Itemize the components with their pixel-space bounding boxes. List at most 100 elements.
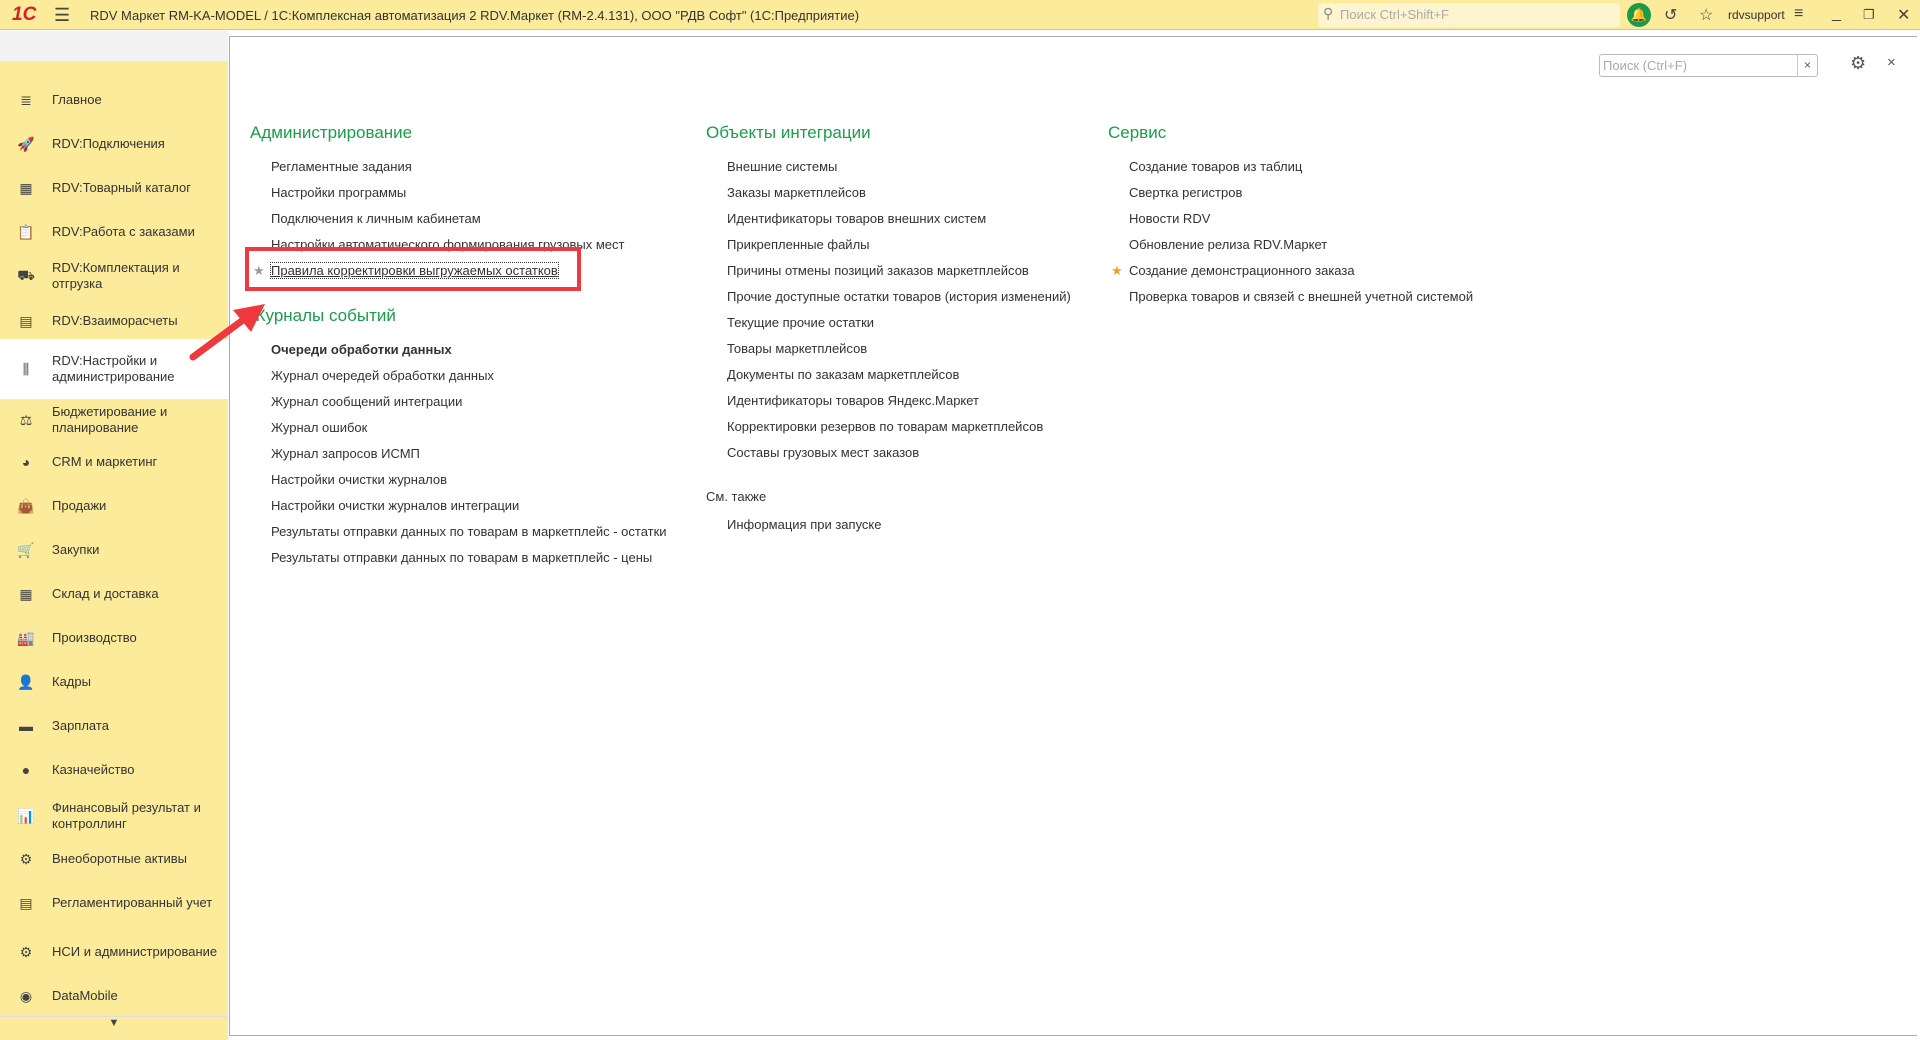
gear-icon[interactable]: ⚙ (1850, 53, 1866, 74)
link-text: Создание демонстрационного заказа (1129, 263, 1355, 278)
panel-link[interactable]: Подключения к личным кабинетам (250, 206, 667, 232)
panel-link[interactable]: Прочие доступные остатки товаров (истори… (706, 284, 1071, 310)
close-window-icon[interactable]: ✕ (1897, 5, 1910, 25)
see-also-label: См. также (706, 489, 767, 504)
sidebar-item[interactable]: 🛒 Закупки (0, 532, 228, 568)
scroll-down-arrow-icon[interactable]: ▼ (0, 1016, 228, 1040)
panel-link[interactable]: Настройки очистки журналов (250, 467, 667, 493)
notifications-bell-icon[interactable]: 🔔 (1627, 3, 1651, 27)
section-icon: ▦ (19, 179, 33, 196)
panel-link[interactable]: Корректировки резервов по товарам маркет… (706, 414, 1071, 440)
sidebar-item[interactable]: 👜 Продажи (0, 488, 228, 524)
user-name[interactable]: rdvsupport (1728, 8, 1785, 22)
favorite-star-icon[interactable]: ★ (1111, 258, 1123, 284)
sidebar-item[interactable]: ◉ DataMobile (0, 978, 228, 1014)
section-icon: ⚙ (19, 850, 33, 867)
hamburger-menu-icon[interactable]: ☰ (54, 5, 70, 26)
sidebar-item[interactable]: ▤ Регламентированный учет (0, 885, 228, 921)
section-icon: ▤ (19, 894, 33, 911)
panel-link[interactable]: Журнал ошибок (250, 415, 667, 441)
panel-link[interactable]: Идентификаторы товаров внешних систем (706, 206, 1071, 232)
sidebar-item[interactable]: ⛟ RDV:Комплектация и отгрузка (0, 252, 228, 300)
panel-link[interactable]: Документы по заказам маркетплейсов (706, 362, 1071, 388)
panel-link[interactable]: Настройки очистки журналов интеграции (250, 493, 667, 519)
panel-link[interactable]: Текущие прочие остатки (706, 310, 1071, 336)
section-heading: Администрирование (250, 123, 413, 142)
column-integration-objects: Объекты интеграции Внешние системы Заказы … (706, 123, 1071, 538)
sidebar-item[interactable]: 🏭 Производство (0, 620, 228, 656)
sidebar-item-label: Финансовый результат и контроллинг (52, 800, 201, 831)
sidebar-item[interactable]: ▦ RDV:Товарный каталог (0, 170, 228, 206)
sidebar-item-label: Закупки (52, 542, 100, 557)
panel-link[interactable]: Причины отмены позиций заказов маркетпле… (706, 258, 1071, 284)
sidebar-item[interactable]: 📋 RDV:Работа с заказами (0, 214, 228, 250)
global-search-input[interactable]: ⚲ Поиск Ctrl+Shift+F (1318, 3, 1620, 27)
section-icon: ≣ (20, 91, 32, 108)
link-text: Информация при запуске (727, 517, 882, 532)
sidebar-item-label: DataMobile (52, 988, 118, 1003)
panel-link[interactable]: Товары маркетплейсов (706, 336, 1071, 362)
sidebar-item[interactable]: ● Казначейство (0, 752, 228, 788)
minimize-icon[interactable]: _ (1832, 5, 1841, 23)
sidebar-item[interactable]: ⚖ Бюджетирование и планирование (0, 396, 228, 444)
section-heading: Сервис (1108, 123, 1167, 142)
link-text: Новости RDV (1129, 211, 1211, 226)
sidebar-item[interactable]: 👤 Кадры (0, 664, 228, 700)
sidebar-item[interactable]: ≣ Главное (0, 82, 228, 118)
sidebar-item-label: Продажи (52, 498, 107, 513)
function-panel: Поиск (Ctrl+F) × ⚙ × Администрирование Рег… (229, 36, 1917, 1036)
link-text: Свертка регистров (1129, 185, 1243, 200)
sidebar-item[interactable]: 📊 Финансовый результат и контроллинг (0, 792, 228, 840)
panel-link[interactable]: Информация при запуске (706, 512, 1071, 538)
section-icon: ◕ (21, 454, 31, 470)
panel-link[interactable]: Обновление релиза RDV.Маркет (1108, 232, 1473, 258)
link-text: Журнал очередей обработки данных (271, 368, 494, 383)
section-icon: 📋 (17, 223, 35, 240)
panel-link[interactable]: Регламентные задания (250, 154, 667, 180)
panel-link[interactable]: Свертка регистров (1108, 180, 1473, 206)
sidebar-item[interactable]: ▦ Склад и доставка (0, 576, 228, 612)
sidebar-item-label: RDV:Работа с заказами (52, 224, 195, 239)
panel-link[interactable]: Результаты отправки данных по товарам в … (250, 519, 667, 545)
panel-link[interactable]: Очереди обработки данных (250, 337, 667, 363)
panel-link[interactable]: Журнал очередей обработки данных (250, 363, 667, 389)
column-service: Сервис Создание товаров из таблиц Свертка … (1108, 123, 1473, 310)
panel-search-input[interactable]: Поиск (Ctrl+F) × (1599, 54, 1818, 77)
link-text: Очереди обработки данных (271, 342, 452, 357)
sidebar-item[interactable]: ◕ CRM и маркетинг (0, 444, 228, 480)
panel-link[interactable]: Прикрепленные файлы (706, 232, 1071, 258)
link-text: Результаты отправки данных по товарам в … (271, 524, 667, 539)
panel-link[interactable]: Составы грузовых мест заказов (706, 440, 1071, 466)
restore-icon[interactable]: ❐ (1863, 7, 1875, 23)
panel-link[interactable]: Журнал запросов ИСМП (250, 441, 667, 467)
sidebar-item[interactable]: ⚙ НСИ и администрирование (0, 928, 228, 976)
panel-link[interactable]: Идентификаторы товаров Яндекс.Маркет (706, 388, 1071, 414)
panel-link[interactable]: Настройки программы (250, 180, 667, 206)
favorites-star-icon[interactable]: ☆ (1699, 5, 1713, 25)
panel-link[interactable]: Проверка товаров и связей с внешней учет… (1108, 284, 1473, 310)
section-icon: 🏭 (17, 629, 35, 646)
link-text: Результаты отправки данных по товарам в … (271, 550, 653, 565)
panel-link[interactable]: Создание товаров из таблиц (1108, 154, 1473, 180)
sidebar-item-label: Внеоборотные активы (52, 851, 188, 866)
panel-link[interactable]: ★ Создание демонстрационного заказа (1108, 258, 1473, 284)
section-icon: ⛟ (17, 266, 35, 283)
sidebar-item-label: Кадры (52, 674, 91, 689)
sidebar-item[interactable]: 🚀 RDV:Подключения (0, 126, 228, 162)
panel-link[interactable]: Результаты отправки данных по товарам в … (250, 545, 667, 571)
link-text: Идентификаторы товаров внешних систем (727, 211, 987, 226)
panel-link[interactable]: Внешние системы (706, 154, 1071, 180)
section-heading: Объекты интеграции (706, 123, 871, 142)
section-icon: ▬ (19, 718, 33, 734)
settings-menu-icon[interactable]: ≡ (1794, 5, 1803, 23)
sidebar-item-label: Производство (52, 630, 137, 645)
clear-search-button[interactable]: × (1797, 55, 1817, 76)
history-icon[interactable]: ↺ (1664, 5, 1677, 25)
sidebar-item[interactable]: ▬ Зарплата (0, 708, 228, 744)
panel-link[interactable]: Новости RDV (1108, 206, 1473, 232)
link-text: Товары маркетплейсов (727, 341, 868, 356)
close-panel-button[interactable]: × (1887, 54, 1896, 71)
panel-link[interactable]: Журнал сообщений интеграции (250, 389, 667, 415)
sidebar-item[interactable]: ⚙ Внеоборотные активы (0, 841, 228, 877)
panel-link[interactable]: Заказы маркетплейсов (706, 180, 1071, 206)
